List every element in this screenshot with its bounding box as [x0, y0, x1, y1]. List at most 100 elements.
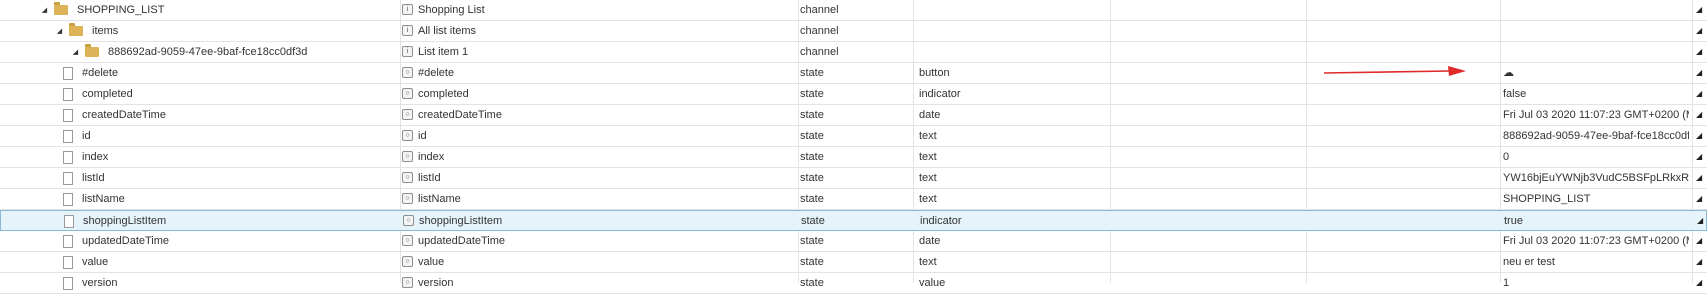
object-tree-grid: ◢ SHOPPING_LIST i Shopping List channel ◢ ◢ ite… [0, 0, 1707, 294]
object-type-cell: state [800, 193, 824, 205]
object-role-cell: text [919, 172, 937, 184]
tree-row[interactable]: id ○ id state text 888692ad-9059-47ee-9baf-fc… [0, 126, 1707, 147]
object-type-cell: channel [800, 4, 839, 16]
object-name-label: #delete [418, 67, 455, 79]
object-name-label: completed [418, 88, 469, 100]
object-value-cell: true [1504, 215, 1523, 227]
object-id-label: completed [82, 88, 133, 100]
collapse-toggle-icon[interactable]: ◢ [55, 27, 64, 35]
state-icon: ○ [402, 109, 413, 120]
tree-node: shoppingListItem [64, 211, 166, 231]
tree-node: id [63, 126, 91, 146]
edit-icon[interactable]: ◢ [1696, 84, 1702, 104]
object-type-cell: state [800, 277, 824, 289]
object-name-label: index [418, 151, 445, 163]
tree-node: completed [63, 84, 133, 104]
object-id-label: id [82, 130, 91, 142]
object-role-cell: date [919, 109, 941, 121]
tree-node: #delete [63, 63, 118, 83]
object-name-label: createdDateTime [418, 109, 502, 121]
channel-info-icon: i [402, 4, 413, 15]
tree-row[interactable]: value ○ value state text neu er test ◢ [0, 252, 1707, 273]
object-name-label: listId [418, 172, 441, 184]
tree-row[interactable]: listId ○ listId state text YW16bjEuYWNjb3VudC… [0, 168, 1707, 189]
channel-info-icon: i [402, 46, 413, 57]
edit-icon[interactable]: ◢ [1696, 252, 1702, 272]
edit-icon[interactable]: ◢ [1696, 231, 1702, 251]
object-id-label: items [92, 25, 119, 37]
object-role-cell: text [919, 193, 937, 205]
file-icon [63, 108, 73, 122]
object-role-cell: value [919, 277, 946, 289]
tree-row[interactable]: ◢ items i All list items channel ◢ [0, 21, 1707, 42]
tree-row[interactable]: updatedDateTime ○ updatedDateTime state date… [0, 231, 1707, 252]
object-name-label: All list items [418, 25, 477, 37]
edit-icon[interactable]: ◢ [1697, 211, 1703, 231]
file-icon [64, 214, 74, 228]
file-icon [63, 150, 73, 164]
edit-icon[interactable]: ◢ [1696, 168, 1702, 188]
edit-icon[interactable]: ◢ [1696, 126, 1702, 146]
object-type-cell: state [800, 172, 824, 184]
tree-node: index [63, 147, 108, 167]
object-value-cell: SHOPPING_LIST [1503, 193, 1591, 205]
tree-row[interactable]: ◢ 888692ad-9059-47ee-9baf-fce18cc0df3d i Li… [0, 42, 1707, 63]
object-role-cell [919, 42, 1104, 62]
file-icon [63, 192, 73, 206]
object-name-label: updatedDateTime [418, 235, 506, 247]
file-icon [63, 66, 73, 80]
tree-row[interactable]: ◢ SHOPPING_LIST i Shopping List channel ◢ [0, 0, 1707, 21]
object-role-cell: text [919, 151, 937, 163]
delete-button[interactable]: ☁ [1503, 63, 1689, 83]
edit-icon[interactable]: ◢ [1696, 21, 1702, 41]
edit-icon[interactable]: ◢ [1696, 63, 1702, 83]
tree-row[interactable]: completed ○ completed state indicator false ◢ [0, 84, 1707, 105]
object-value-cell: Fri Jul 03 2020 11:07:23 GMT+0200 (Mit [1503, 235, 1689, 247]
object-type-cell: channel [800, 25, 839, 37]
object-type-cell: state [800, 130, 824, 142]
object-role-cell: indicator [920, 215, 962, 227]
edit-icon[interactable]: ◢ [1696, 42, 1702, 62]
tree-row[interactable]: listName ○ listName state text SHOPPING_LIST ◢ [0, 189, 1707, 210]
edit-icon[interactable]: ◢ [1696, 105, 1702, 125]
file-icon [63, 234, 73, 248]
tree-row[interactable]: index ○ index state text 0 ◢ [0, 147, 1707, 168]
tree-row[interactable]: version ○ version state value 1 ◢ [0, 273, 1707, 294]
tree-node: createdDateTime [63, 105, 166, 125]
edit-icon[interactable]: ◢ [1696, 189, 1702, 209]
edit-icon[interactable]: ◢ [1696, 0, 1702, 20]
state-icon: ○ [402, 235, 413, 246]
object-name-label: version [418, 277, 454, 289]
object-id-label: SHOPPING_LIST [77, 4, 165, 16]
state-icon: ○ [402, 130, 413, 141]
object-type-cell: state [801, 215, 825, 227]
object-id-label: index [82, 151, 109, 163]
object-type-cell: state [800, 256, 824, 268]
tree-node: ◢ items [55, 21, 118, 41]
object-value-cell: 0 [1503, 151, 1510, 163]
tree-row[interactable]: createdDateTime ○ createdDateTime state date… [0, 105, 1707, 126]
object-id-label: #delete [82, 67, 119, 79]
edit-icon[interactable]: ◢ [1696, 147, 1702, 167]
object-role-cell [919, 21, 1104, 41]
state-icon: ○ [402, 193, 413, 204]
collapse-toggle-icon[interactable]: ◢ [71, 48, 80, 56]
collapse-toggle-icon[interactable]: ◢ [40, 6, 49, 14]
tree-node: ◢ 888692ad-9059-47ee-9baf-fce18cc0df3d [71, 42, 307, 62]
folder-icon [85, 44, 99, 57]
state-icon: ○ [403, 215, 414, 226]
object-role-cell: text [919, 130, 937, 142]
object-value-cell [1503, 42, 1689, 62]
object-id-label: createdDateTime [82, 109, 166, 121]
object-name-label: value [418, 256, 445, 268]
object-role-cell: indicator [919, 88, 961, 100]
file-icon [63, 255, 73, 269]
object-name-label: id [418, 130, 427, 142]
tree-node: updatedDateTime [63, 231, 169, 251]
folder-icon [54, 2, 68, 15]
object-id-label: value [82, 256, 109, 268]
tree-row[interactable]: shoppingListItem ○ shoppingListItem state in… [0, 210, 1707, 231]
state-icon: ○ [402, 151, 413, 162]
annotation-arrow [1323, 66, 1466, 76]
edit-icon[interactable]: ◢ [1696, 273, 1702, 293]
